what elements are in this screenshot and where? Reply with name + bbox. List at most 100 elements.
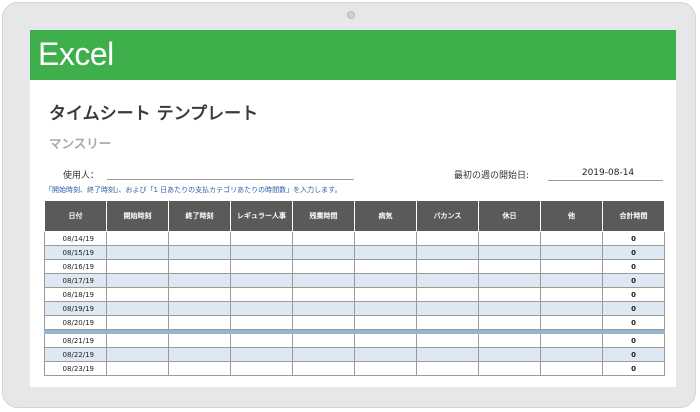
end-time-cell[interactable] [168, 347, 231, 362]
sick-cell[interactable] [354, 273, 417, 288]
overtime-cell[interactable] [292, 333, 355, 348]
timesheet-table: 日付 開始時刻 終了時刻 レギュラー人事 残業時間 病気 バカンス 休日 他 合… [44, 200, 665, 376]
holiday-cell[interactable] [478, 333, 541, 348]
other-cell[interactable] [540, 361, 603, 376]
other-cell[interactable] [540, 347, 603, 362]
start-time-cell[interactable] [106, 301, 169, 316]
week-start-label: 最初の週の開始日: [454, 171, 530, 181]
other-cell[interactable] [540, 231, 603, 246]
regular-cell[interactable] [230, 245, 293, 260]
regular-cell[interactable] [230, 301, 293, 316]
start-time-cell[interactable] [106, 231, 169, 246]
sick-cell[interactable] [354, 333, 417, 348]
date-cell: 08/17/19 [44, 273, 107, 288]
sick-cell[interactable] [354, 231, 417, 246]
app-banner: Excel [30, 30, 676, 80]
end-time-cell[interactable] [168, 361, 231, 376]
sick-cell[interactable] [354, 301, 417, 316]
end-time-cell[interactable] [168, 273, 231, 288]
column-header-start-time: 開始時刻 [106, 200, 169, 232]
user-input-line[interactable] [107, 179, 354, 180]
end-time-cell[interactable] [168, 287, 231, 302]
table-row: 08/23/19 0 [44, 361, 665, 376]
regular-cell[interactable] [230, 273, 293, 288]
sick-cell[interactable] [354, 259, 417, 274]
vacation-cell[interactable] [416, 273, 479, 288]
vacation-cell[interactable] [416, 333, 479, 348]
date-cell: 08/14/19 [44, 231, 107, 246]
start-time-cell[interactable] [106, 315, 169, 330]
sick-cell[interactable] [354, 347, 417, 362]
holiday-cell[interactable] [478, 245, 541, 260]
holiday-cell[interactable] [478, 287, 541, 302]
other-cell[interactable] [540, 273, 603, 288]
regular-cell[interactable] [230, 259, 293, 274]
vacation-cell[interactable] [416, 315, 479, 330]
vacation-cell[interactable] [416, 259, 479, 274]
sick-cell[interactable] [354, 287, 417, 302]
vacation-cell[interactable] [416, 245, 479, 260]
other-cell[interactable] [540, 315, 603, 330]
page-subtitle: マンスリー [49, 136, 112, 151]
vacation-cell[interactable] [416, 301, 479, 316]
regular-cell[interactable] [230, 333, 293, 348]
holiday-cell[interactable] [478, 301, 541, 316]
end-time-cell[interactable] [168, 245, 231, 260]
sick-cell[interactable] [354, 315, 417, 330]
overtime-cell[interactable] [292, 245, 355, 260]
start-time-cell[interactable] [106, 347, 169, 362]
holiday-cell[interactable] [478, 273, 541, 288]
vacation-cell[interactable] [416, 347, 479, 362]
end-time-cell[interactable] [168, 259, 231, 274]
end-time-cell[interactable] [168, 301, 231, 316]
vacation-cell[interactable] [416, 231, 479, 246]
table-row: 08/20/19 0 [44, 315, 665, 330]
overtime-cell[interactable] [292, 259, 355, 274]
overtime-cell[interactable] [292, 287, 355, 302]
other-cell[interactable] [540, 259, 603, 274]
other-cell[interactable] [540, 333, 603, 348]
overtime-cell[interactable] [292, 301, 355, 316]
end-time-cell[interactable] [168, 333, 231, 348]
table-row: 08/19/19 0 [44, 301, 665, 316]
overtime-cell[interactable] [292, 315, 355, 330]
end-time-cell[interactable] [168, 315, 231, 330]
date-cell: 08/16/19 [44, 259, 107, 274]
holiday-cell[interactable] [478, 259, 541, 274]
end-time-cell[interactable] [168, 231, 231, 246]
user-label: 使用人： [63, 171, 100, 181]
other-cell[interactable] [540, 301, 603, 316]
total-cell: 0 [602, 231, 665, 246]
week-start-line [548, 180, 663, 181]
start-time-cell[interactable] [106, 245, 169, 260]
holiday-cell[interactable] [478, 347, 541, 362]
overtime-cell[interactable] [292, 273, 355, 288]
banner-title: Excel [38, 36, 114, 72]
overtime-cell[interactable] [292, 347, 355, 362]
column-header-date: 日付 [44, 200, 107, 232]
sick-cell[interactable] [354, 361, 417, 376]
regular-cell[interactable] [230, 361, 293, 376]
overtime-cell[interactable] [292, 361, 355, 376]
regular-cell[interactable] [230, 347, 293, 362]
regular-cell[interactable] [230, 231, 293, 246]
other-cell[interactable] [540, 245, 603, 260]
start-time-cell[interactable] [106, 287, 169, 302]
total-cell: 0 [602, 347, 665, 362]
other-cell[interactable] [540, 287, 603, 302]
start-time-cell[interactable] [106, 333, 169, 348]
vacation-cell[interactable] [416, 287, 479, 302]
vacation-cell[interactable] [416, 361, 479, 376]
start-time-cell[interactable] [106, 273, 169, 288]
holiday-cell[interactable] [478, 361, 541, 376]
start-time-cell[interactable] [106, 259, 169, 274]
holiday-cell[interactable] [478, 231, 541, 246]
overtime-cell[interactable] [292, 231, 355, 246]
start-time-cell[interactable] [106, 361, 169, 376]
regular-cell[interactable] [230, 315, 293, 330]
holiday-cell[interactable] [478, 315, 541, 330]
regular-cell[interactable] [230, 287, 293, 302]
week-start-value[interactable]: 2019-08-14 [568, 168, 648, 178]
column-header-sick: 病気 [354, 200, 417, 232]
sick-cell[interactable] [354, 245, 417, 260]
